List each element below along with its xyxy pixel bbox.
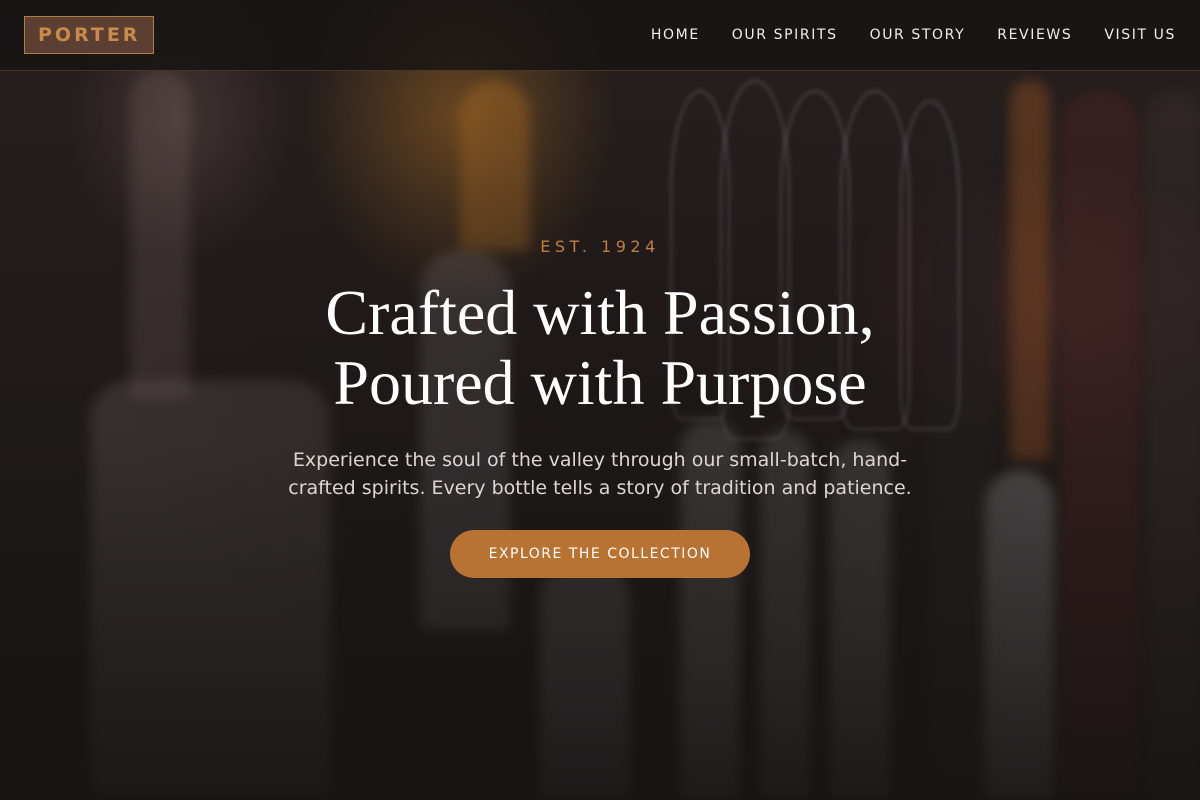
hero-headline-line-2: Poured with Purpose <box>333 347 867 418</box>
hero-eyebrow: EST. 1924 <box>540 237 660 256</box>
nav-links: HOME OUR SPIRITS OUR STORY REVIEWS VISIT… <box>619 27 1176 43</box>
hero-section: EST. 1924 Crafted with Passion, Poured w… <box>0 236 1200 578</box>
nav-item-home[interactable]: HOME <box>651 27 700 43</box>
hero-subtext: Experience the soul of the valley throug… <box>288 449 912 499</box>
nav-item-our-spirits[interactable]: OUR SPIRITS <box>732 27 838 43</box>
nav-item-visit-us[interactable]: VISIT US <box>1104 27 1176 43</box>
nav-item-reviews[interactable]: REVIEWS <box>997 27 1072 43</box>
hero-headline-line-1: Crafted with Passion, <box>325 277 875 348</box>
explore-collection-button[interactable]: EXPLORE THE COLLECTION <box>450 530 750 578</box>
nav-item-our-story[interactable]: OUR STORY <box>870 27 966 43</box>
hero-headline: Crafted with Passion, Poured with Purpos… <box>220 278 980 418</box>
page: PORTER HOME OUR SPIRITS OUR STORY REVIEW… <box>0 0 1200 800</box>
top-navbar: PORTER HOME OUR SPIRITS OUR STORY REVIEW… <box>0 0 1200 71</box>
brand-logo[interactable]: PORTER <box>24 16 155 54</box>
